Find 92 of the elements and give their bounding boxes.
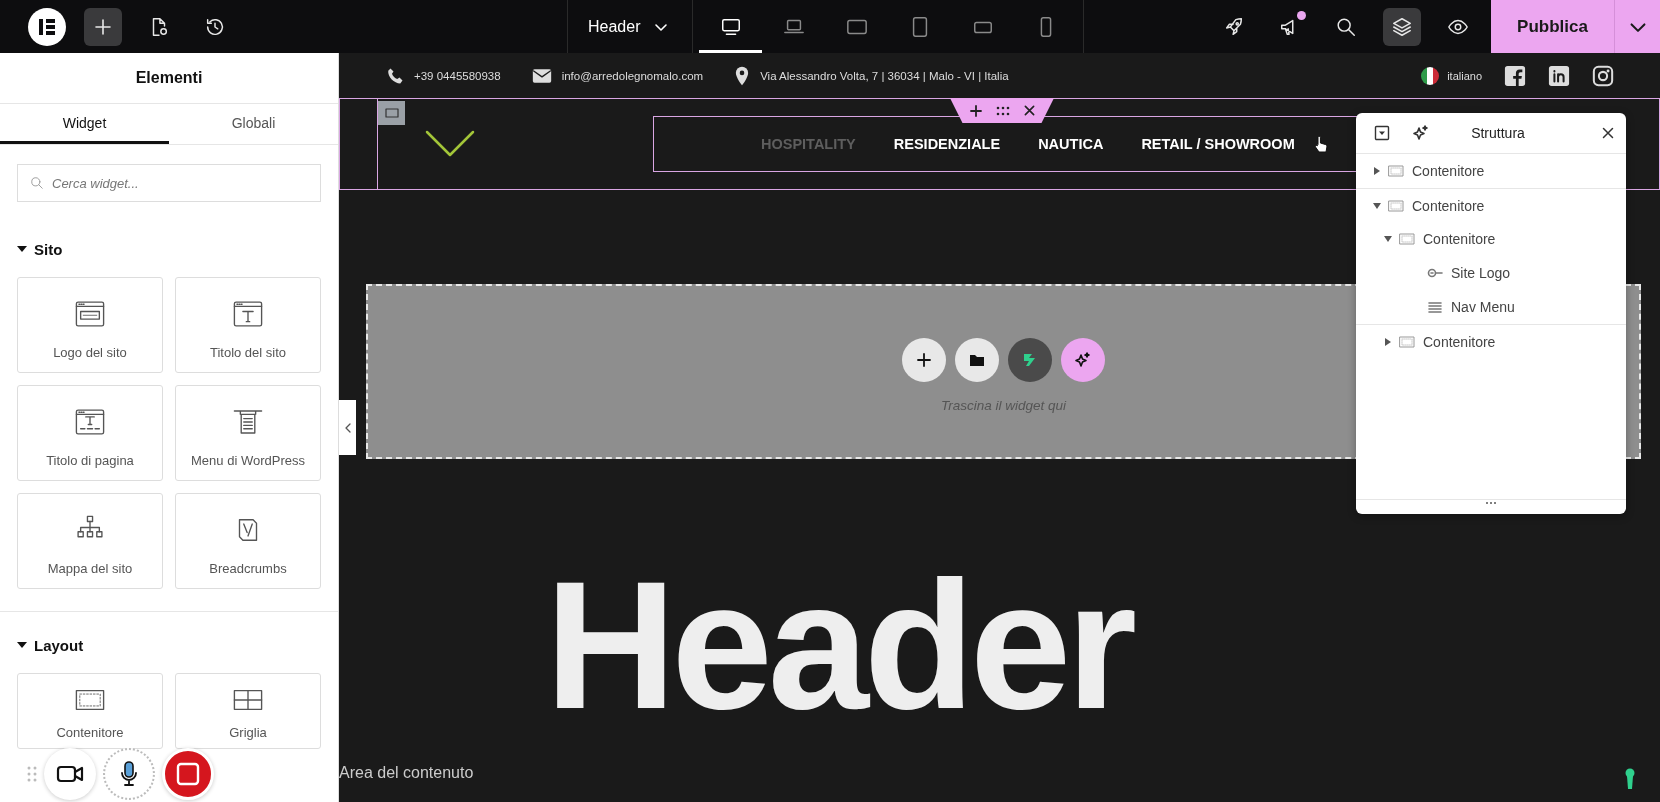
- resize-handle-icon: [1485, 500, 1497, 506]
- widget-card[interactable]: Titolo del sito: [175, 277, 321, 373]
- nav-link[interactable]: RESIDENZIALE: [874, 136, 1020, 152]
- layers-icon: [1391, 15, 1413, 38]
- drag-dots-icon: [995, 105, 1010, 116]
- video-camera-icon: [56, 764, 84, 784]
- container-icon: [384, 107, 399, 119]
- structure-button[interactable]: [1383, 7, 1421, 46]
- flag-icon: [1421, 66, 1440, 85]
- expand-arrow-icon[interactable]: [1384, 236, 1392, 242]
- widget-card[interactable]: Menu di WordPress: [175, 385, 321, 481]
- sparkle-icon: [1074, 351, 1092, 369]
- search-icon: [30, 176, 44, 190]
- widget-card[interactable]: Breadcrumbs: [175, 493, 321, 589]
- publish-button[interactable]: Pubblica: [1491, 0, 1614, 53]
- widget-card[interactable]: Mappa del sito: [17, 493, 163, 589]
- tree-item[interactable]: Contenitore: [1356, 324, 1626, 358]
- stop-icon: [176, 762, 200, 786]
- ai-button[interactable]: [1412, 124, 1430, 142]
- widget-label: Titolo di pagina: [46, 452, 134, 468]
- content-area-label: Area del contenuto: [339, 764, 474, 781]
- plus-icon: [969, 104, 982, 117]
- panel-title: Elementi: [0, 53, 338, 104]
- container-icon: [1388, 199, 1404, 212]
- widget-card[interactable]: Titolo di pagina: [17, 385, 163, 481]
- widget-label: Griglia: [229, 724, 267, 740]
- app-logo[interactable]: [28, 7, 66, 46]
- kit-button[interactable]: [1008, 338, 1052, 382]
- facebook-icon: [1504, 64, 1526, 87]
- delete-button[interactable]: [1023, 105, 1035, 116]
- instagram-icon: [1592, 64, 1614, 87]
- collapse-button[interactable]: [1374, 125, 1390, 141]
- widget-label: Breadcrumbs: [209, 560, 287, 576]
- rocket-icon: [1223, 15, 1245, 38]
- expand-arrow-icon[interactable]: [1385, 337, 1391, 346]
- language-label[interactable]: italiano: [1447, 69, 1482, 82]
- container-handle[interactable]: [378, 101, 405, 125]
- widget-card[interactable]: Contenitore: [17, 673, 163, 749]
- close-icon: [1602, 127, 1614, 139]
- page-heading: Header: [545, 554, 1134, 736]
- template-library-button[interactable]: [955, 338, 999, 382]
- add-button[interactable]: [84, 7, 122, 46]
- sparkle-icon: [1412, 124, 1430, 142]
- panel-tab[interactable]: Globali: [169, 104, 338, 144]
- expand-arrow-icon[interactable]: [1373, 202, 1381, 209]
- contact-text: +39 0445580938: [414, 69, 501, 82]
- drop-hint: Trascina il widget qui: [940, 398, 1067, 413]
- close-button[interactable]: [1602, 127, 1614, 139]
- widget-label: Menu di WordPress: [191, 452, 305, 468]
- tree-item[interactable]: Contenitore: [1356, 154, 1626, 188]
- widget-label: Contenitore: [56, 724, 124, 740]
- drag-dots-icon: [27, 765, 37, 783]
- container-icon: [1399, 335, 1415, 348]
- drag-handle[interactable]: [995, 105, 1010, 116]
- mail-icon: [531, 67, 552, 84]
- tree-item[interactable]: Contenitore: [1356, 188, 1626, 222]
- chevron-left-icon: [343, 422, 352, 433]
- ai-button[interactable]: [1061, 338, 1105, 382]
- tree-item[interactable]: Nav Menu: [1356, 290, 1626, 324]
- contact-text: Via Alessandro Volta, 7 | 36034 | Malo - VI | Italia: [760, 69, 1009, 82]
- widget-label: Titolo del sito: [209, 344, 287, 360]
- container-icon: [1388, 165, 1404, 177]
- section-header[interactable]: Layout: [17, 630, 84, 660]
- contact-text: info@arredolegnomalo.com: [561, 69, 704, 82]
- menu-icon: [1427, 301, 1443, 313]
- nav-link[interactable]: NAUTICA: [1019, 136, 1123, 152]
- panel-tab[interactable]: Widget: [0, 104, 169, 144]
- widget-label: Mappa del sito: [47, 560, 133, 576]
- search-field[interactable]: Cerca widget...: [17, 164, 321, 202]
- widget-card[interactable]: Griglia: [175, 673, 321, 749]
- phone-icon: [386, 66, 404, 85]
- add-element-button[interactable]: [969, 104, 982, 117]
- widget-label: Logo del sito: [53, 344, 127, 360]
- expand-arrow-icon[interactable]: [1374, 167, 1380, 175]
- nav-link[interactable]: RETAIL / SHOWROOM: [1122, 136, 1314, 152]
- chevron-logo-icon: [425, 130, 475, 158]
- microphone-icon: [120, 761, 138, 787]
- close-icon: [1023, 105, 1035, 116]
- hand-cursor-icon: [1313, 135, 1328, 153]
- panel-title: Struttura: [1470, 125, 1526, 141]
- tree-item[interactable]: Contenitore: [1356, 222, 1626, 256]
- folder-icon: [969, 353, 985, 367]
- add-section-button[interactable]: [902, 338, 946, 382]
- dropdown-box-icon: [1374, 125, 1390, 141]
- section-header[interactable]: Sito: [17, 234, 63, 264]
- linkedin-icon: [1548, 64, 1570, 87]
- container-icon: [1399, 233, 1415, 245]
- plus-icon: [93, 16, 113, 37]
- plus-icon: [916, 352, 932, 368]
- widget-card[interactable]: Logo del sito: [17, 277, 163, 373]
- document-dropdown[interactable]: Header: [567, 0, 694, 53]
- location-pin-icon: [734, 65, 751, 86]
